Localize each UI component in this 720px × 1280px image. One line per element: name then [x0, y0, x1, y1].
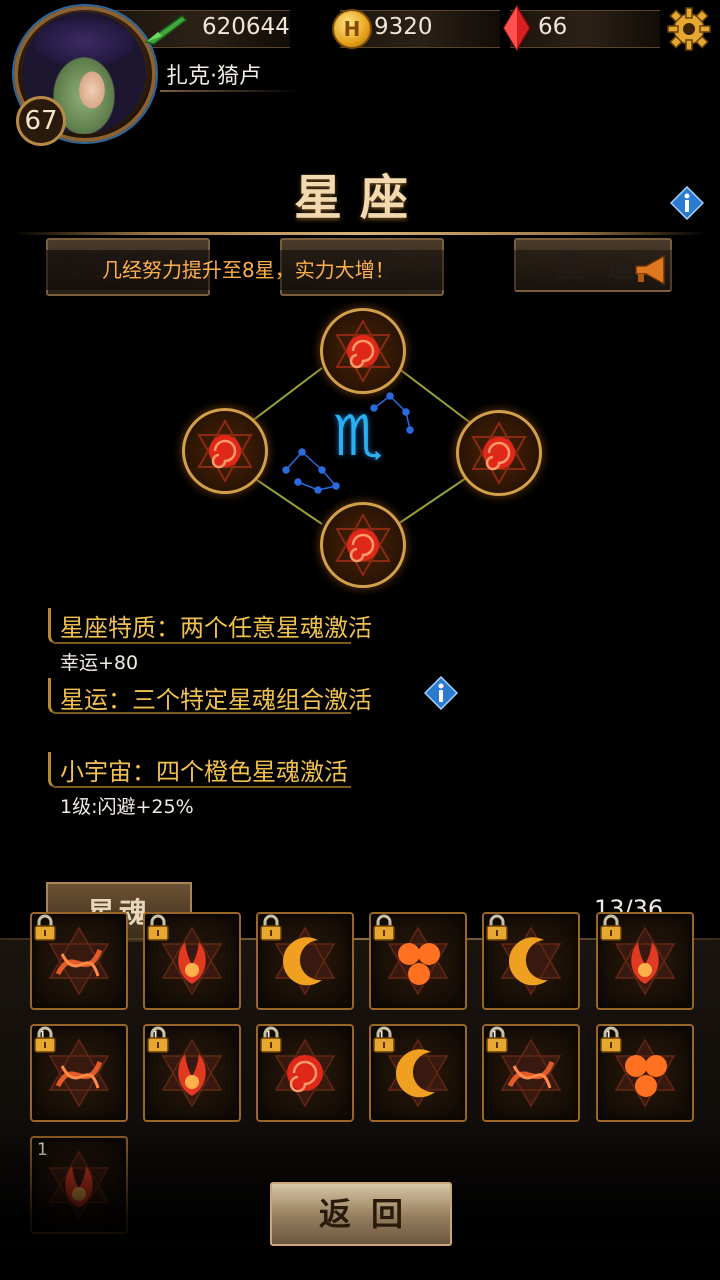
trait-constellation-detail: 幸运+80	[60, 652, 139, 674]
soul-slot[interactable]	[30, 912, 128, 1010]
back-button[interactable]: 返回	[270, 1182, 452, 1246]
constellation-node-left[interactable]	[182, 408, 268, 494]
lock-icon	[147, 1026, 169, 1053]
soul-slot[interactable]	[596, 912, 694, 1010]
constellation-node-right[interactable]	[456, 410, 542, 496]
soul-slot[interactable]: 1	[256, 1024, 354, 1122]
lock-icon	[486, 1026, 508, 1053]
soul-slot[interactable]: 1	[596, 1024, 694, 1122]
lock-icon	[34, 1026, 56, 1053]
soul-slot[interactable]: 1	[482, 1024, 580, 1122]
soul-slot[interactable]	[256, 912, 354, 1010]
soul-slot[interactable]	[369, 912, 467, 1010]
soul-slot[interactable]: 1	[30, 1024, 128, 1122]
lock-icon	[600, 914, 622, 941]
trait-constellation-title: 星座特质：两个任意星魂激活	[60, 614, 372, 642]
soul-slot[interactable]	[482, 912, 580, 1010]
trait-fortune-title: 星运：三个特定星魂组合激活	[60, 686, 372, 714]
lock-icon	[486, 914, 508, 941]
lock-icon	[600, 1026, 622, 1053]
constellation-node-bottom[interactable]	[320, 502, 406, 588]
fortune-info-icon[interactable]	[424, 676, 458, 710]
trait-cosmos-detail: 1级:闪避+25%	[60, 796, 194, 818]
lock-icon	[260, 914, 282, 941]
lock-icon	[260, 1026, 282, 1053]
lock-icon	[147, 914, 169, 941]
soul-slot[interactable]: 1	[143, 1024, 241, 1122]
soul-slot[interactable]	[143, 912, 241, 1010]
lock-icon	[373, 1026, 395, 1053]
soul-slot[interactable]: 1	[369, 1024, 467, 1122]
constellation-node-top[interactable]	[320, 308, 406, 394]
trait-cosmos-title: 小宇宙：四个橙色星魂激活	[60, 758, 348, 786]
lock-icon	[34, 914, 56, 941]
zodiac-symbol: ♏	[332, 404, 384, 469]
lock-icon	[373, 914, 395, 941]
